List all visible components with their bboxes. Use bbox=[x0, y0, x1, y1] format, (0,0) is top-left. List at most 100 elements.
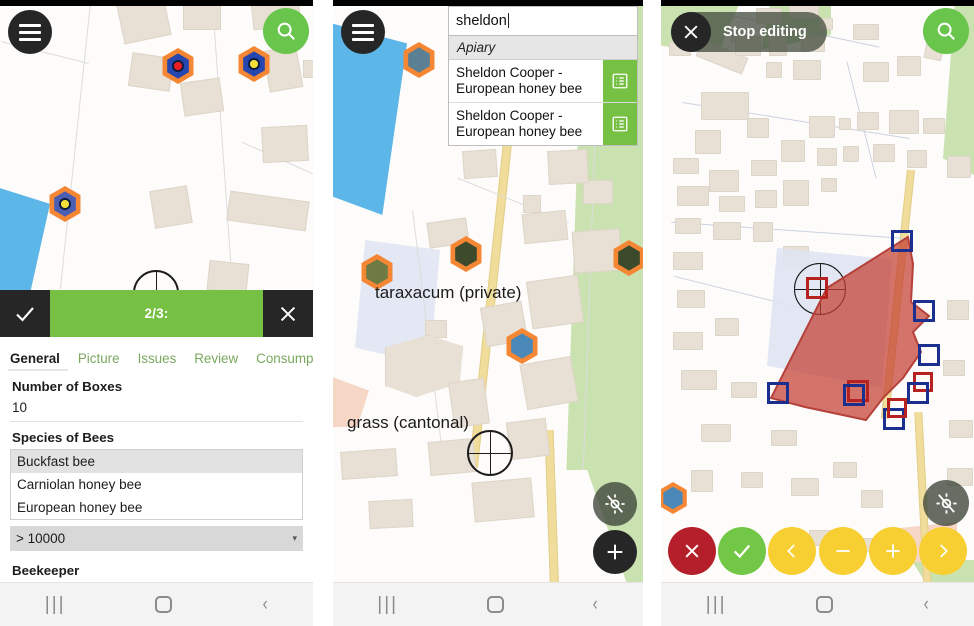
suggestion-row[interactable]: Sheldon Cooper - European honey bee bbox=[449, 60, 637, 104]
suggestion-row[interactable]: Sheldon Cooper - European honey bee bbox=[449, 103, 637, 146]
search-button[interactable] bbox=[923, 8, 969, 54]
tab-review[interactable]: Review bbox=[194, 351, 238, 366]
path-line bbox=[59, 0, 92, 290]
vertex-handle[interactable] bbox=[907, 382, 929, 404]
vertex-handle[interactable] bbox=[767, 382, 789, 404]
cancel-button[interactable] bbox=[668, 527, 717, 575]
water-area bbox=[0, 185, 50, 290]
tab-issues[interactable]: Issues bbox=[138, 351, 177, 366]
form-title: 2/3: bbox=[50, 290, 263, 338]
list-item[interactable]: European honey bee bbox=[11, 496, 302, 519]
form-tabs: General Picture Issues Review Consumpti bbox=[0, 337, 313, 369]
map-marker-blue[interactable] bbox=[504, 328, 540, 364]
list-details-icon bbox=[612, 116, 628, 132]
add-button[interactable] bbox=[593, 530, 637, 574]
map-canvas-2[interactable]: taraxacum (private) grass (cantonal) she… bbox=[333, 0, 643, 626]
field-quantity-select[interactable]: > 10000 ▾ bbox=[10, 526, 303, 551]
recent-apps-icon[interactable]: ||| bbox=[45, 595, 66, 614]
building bbox=[462, 148, 498, 180]
list-item[interactable]: Carniolan honey bee bbox=[11, 473, 302, 496]
path-line bbox=[211, 0, 234, 290]
tab-picture[interactable]: Picture bbox=[78, 351, 120, 366]
previous-node-button[interactable] bbox=[768, 527, 817, 575]
vertex-handle[interactable] bbox=[913, 300, 935, 322]
list-item[interactable]: Buckfast bee bbox=[11, 450, 302, 473]
back-icon[interactable]: ‹ bbox=[593, 595, 598, 614]
suggestion-text: Sheldon Cooper - European honey bee bbox=[456, 65, 583, 97]
gps-toggle-button[interactable] bbox=[593, 482, 637, 526]
back-icon[interactable]: ‹ bbox=[262, 595, 267, 614]
building bbox=[368, 498, 414, 530]
vertex-handle[interactable] bbox=[918, 344, 940, 366]
minus-icon bbox=[835, 550, 850, 552]
panel-editing: Stop editing ||| ‹ bbox=[661, 0, 974, 626]
vertex-handle-selected[interactable] bbox=[806, 277, 828, 299]
building bbox=[206, 259, 250, 295]
back-icon[interactable]: ‹ bbox=[923, 595, 928, 614]
panel-gap bbox=[313, 0, 333, 626]
suggestion-details-button[interactable] bbox=[603, 60, 637, 103]
gps-crosshair bbox=[467, 430, 513, 476]
suggestion-details-button[interactable] bbox=[603, 103, 637, 146]
status-bar bbox=[661, 0, 974, 6]
map-marker-greyblue[interactable] bbox=[401, 42, 437, 78]
map-canvas-3[interactable]: Stop editing bbox=[661, 0, 974, 626]
gps-disabled-icon bbox=[935, 492, 957, 514]
building bbox=[116, 0, 172, 45]
attribute-form: 2/3: General Picture Issues Review Consu… bbox=[0, 290, 313, 582]
building bbox=[525, 274, 585, 330]
map-marker-blue-left[interactable] bbox=[661, 482, 689, 514]
add-node-button[interactable] bbox=[868, 527, 917, 575]
field-species-of-bees[interactable]: Buckfast bee Carniolan honey bee Europea… bbox=[10, 449, 303, 520]
map-marker-yellow[interactable] bbox=[236, 46, 272, 82]
home-icon[interactable] bbox=[816, 596, 834, 613]
label-number-of-boxes: Number of Boxes bbox=[12, 379, 123, 394]
building bbox=[340, 448, 398, 480]
status-bar bbox=[333, 0, 643, 6]
stop-editing-chip[interactable]: Stop editing bbox=[671, 12, 827, 52]
recent-apps-icon[interactable]: ||| bbox=[706, 595, 727, 614]
map-label-taraxacum: taraxacum (private) bbox=[375, 283, 522, 302]
panel-gap bbox=[643, 0, 661, 626]
confirm-button[interactable] bbox=[718, 527, 767, 575]
vertex-handle[interactable] bbox=[887, 398, 907, 418]
chevron-right-icon bbox=[940, 544, 948, 558]
map-marker-yellow-2[interactable] bbox=[47, 186, 83, 222]
panel-attribute-form: 2/3: General Picture Issues Review Consu… bbox=[0, 0, 313, 626]
search-button[interactable] bbox=[263, 8, 309, 54]
search-input-value: sheldon bbox=[456, 13, 507, 29]
tab-consumption[interactable]: Consumpti bbox=[256, 351, 313, 366]
hamburger-menu-icon bbox=[19, 20, 41, 45]
recent-apps-icon[interactable]: ||| bbox=[377, 595, 398, 614]
form-accept-button[interactable] bbox=[0, 290, 50, 338]
home-icon[interactable] bbox=[486, 596, 504, 613]
chevron-left-icon bbox=[787, 544, 796, 558]
form-close-button[interactable] bbox=[263, 290, 313, 338]
hamburger-menu-icon bbox=[352, 20, 374, 45]
search-suggestions: Apiary Sheldon Cooper - European honey b… bbox=[448, 36, 638, 147]
building bbox=[471, 477, 535, 523]
stop-editing-close-button[interactable] bbox=[671, 12, 711, 52]
vertex-handle[interactable] bbox=[843, 384, 865, 406]
android-navbar: ||| ‹ bbox=[333, 582, 643, 626]
map-marker-darkolive-right[interactable] bbox=[611, 240, 643, 276]
search-input[interactable]: sheldon bbox=[448, 6, 638, 36]
list-details-icon bbox=[612, 73, 628, 89]
search-icon bbox=[277, 22, 295, 40]
map-marker-red[interactable] bbox=[160, 48, 196, 84]
form-fields: Number of Boxes 10 Species of Bees Buckf… bbox=[0, 371, 313, 582]
menu-button[interactable] bbox=[341, 10, 385, 54]
building bbox=[149, 185, 193, 229]
remove-node-button[interactable] bbox=[818, 527, 867, 575]
vertex-handle[interactable] bbox=[891, 230, 913, 252]
search-icon bbox=[937, 22, 955, 40]
building bbox=[547, 148, 589, 186]
map-marker-darkolive[interactable] bbox=[448, 236, 484, 272]
menu-button[interactable] bbox=[8, 10, 52, 54]
tab-general[interactable]: General bbox=[10, 351, 60, 366]
home-icon[interactable] bbox=[155, 596, 173, 613]
gps-disabled-icon bbox=[605, 494, 625, 514]
field-quantity-value: > 10000 bbox=[16, 531, 66, 546]
field-number-of-boxes[interactable]: 10 bbox=[10, 398, 303, 422]
next-node-button[interactable] bbox=[918, 527, 967, 575]
